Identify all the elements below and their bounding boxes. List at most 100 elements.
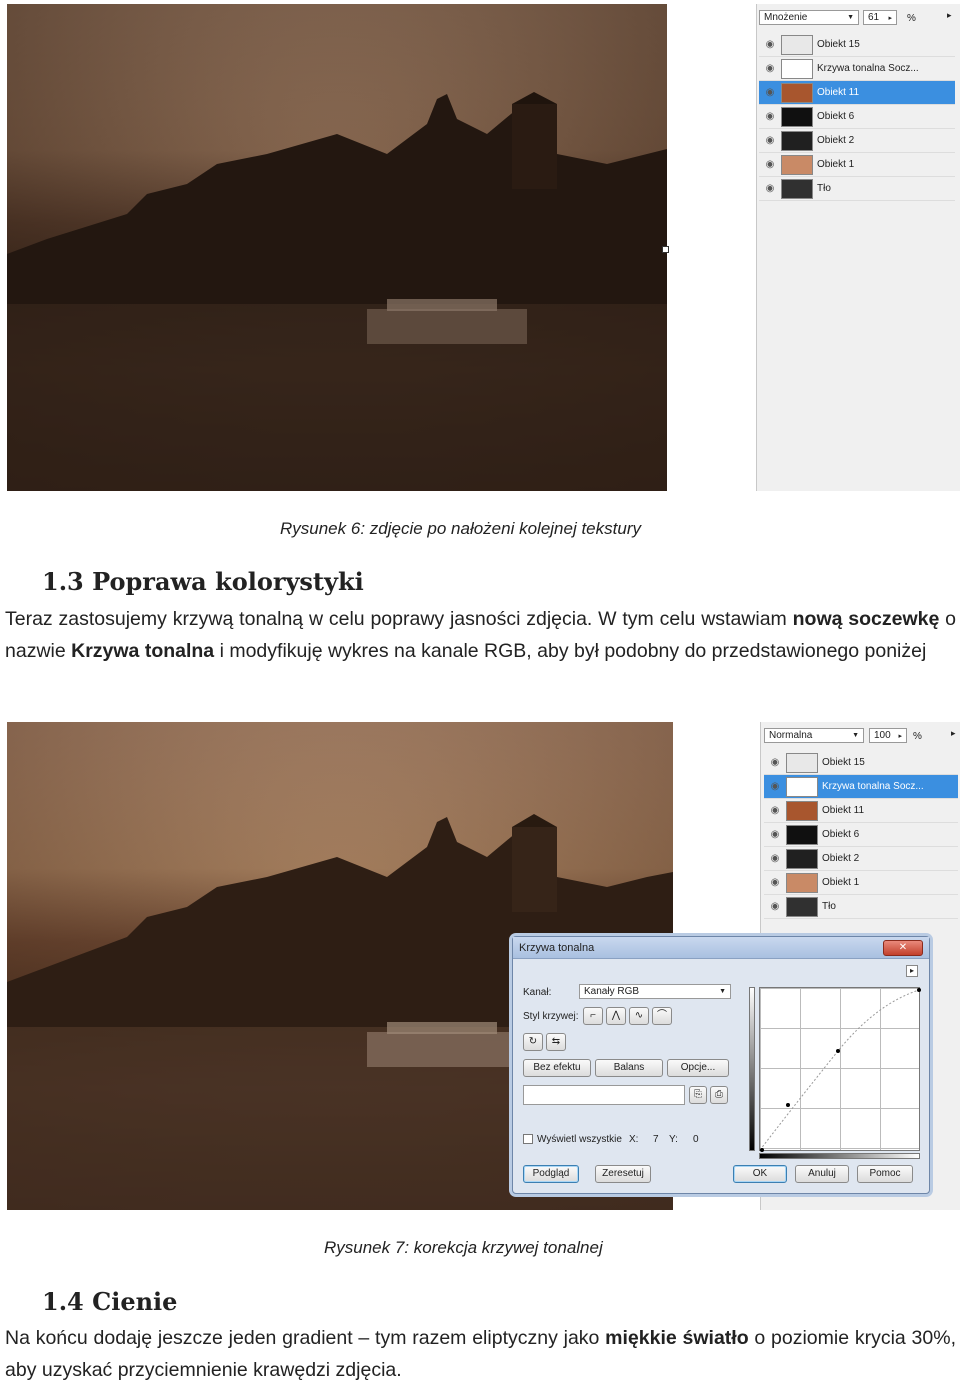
curves-dialog: Krzywa tonalna ✕ ▸ Kanał: Kanały RGB ▼ S… [512, 936, 930, 1194]
curve-point[interactable] [760, 1148, 764, 1152]
balance-button[interactable]: Balans [595, 1059, 663, 1077]
section-heading-1-4: 1.4 Cienie [42, 1287, 178, 1316]
help-button[interactable]: Pomoc [857, 1165, 913, 1183]
layer-name: Obiekt 1 [817, 159, 855, 170]
show-all-checkbox[interactable] [523, 1134, 533, 1144]
layer-row[interactable]: ◉ Krzywa tonalna Socz... [759, 57, 955, 81]
eye-icon[interactable]: ◉ [759, 111, 781, 122]
curve-point[interactable] [786, 1103, 790, 1107]
eye-icon[interactable]: ◉ [764, 757, 786, 768]
opacity-field[interactable]: 61 ▸ [863, 10, 897, 25]
text-run: i modyfikuję wykres na kanale RGB, aby b… [214, 640, 927, 662]
layer-row[interactable]: ◉ Obiekt 15 [764, 751, 958, 775]
output-gradient-horizontal [759, 1153, 920, 1159]
eye-icon[interactable]: ◉ [764, 805, 786, 816]
curve-style-label: Styl krzywej: [523, 1011, 579, 1022]
eye-icon[interactable]: ◉ [759, 87, 781, 98]
layer-name: Obiekt 15 [822, 757, 865, 768]
layer-row[interactable]: ◉ Obiekt 11 [759, 81, 955, 105]
layer-row[interactable]: ◉ Obiekt 1 [759, 153, 955, 177]
layer-name: Obiekt 11 [817, 87, 860, 98]
reset-button[interactable]: Zeresetuj [595, 1165, 651, 1183]
curve-graph[interactable] [759, 987, 921, 1152]
figure7-caption: Rysunek 7: korekcja krzywej tonalnej [324, 1238, 603, 1257]
expand-icon[interactable]: ▸ [906, 965, 918, 977]
channel-label: Kanał: [523, 987, 552, 998]
load-preset-icon[interactable]: ⎘ [689, 1086, 707, 1104]
layer-row[interactable]: ◉ Obiekt 1 [764, 871, 958, 895]
curve-point[interactable] [917, 988, 921, 992]
options-button[interactable]: Opcje... [667, 1059, 729, 1077]
cancel-button[interactable]: Anuluj [795, 1165, 849, 1183]
layer-row[interactable]: ◉ Tło [764, 895, 958, 919]
y-value: 0 [693, 1134, 699, 1145]
blend-mode-value: Mnożenie [764, 12, 808, 23]
resize-handle[interactable] [662, 246, 669, 253]
stepper-icon: ▸ [898, 732, 902, 740]
layer-name: Obiekt 1 [822, 877, 860, 888]
flip-icon[interactable]: ⇆ [546, 1033, 566, 1051]
blend-mode-value: Normalna [769, 730, 813, 741]
dialog-title: Krzywa tonalna [519, 941, 595, 954]
percent-label: % [907, 13, 916, 24]
eye-icon[interactable]: ◉ [764, 829, 786, 840]
eye-icon[interactable]: ◉ [759, 183, 781, 194]
blend-mode-select[interactable]: Mnożenie ▼ [759, 10, 859, 25]
layer-row[interactable]: ◉ Tło [759, 177, 955, 201]
layers-panel: Mnożenie ▼ 61 ▸ % ▸ ◉ Obiekt 15 ◉ Krzywa to… [756, 4, 960, 491]
eye-icon[interactable]: ◉ [759, 135, 781, 146]
no-effect-button[interactable]: Bez efektu [523, 1059, 591, 1077]
layer-row[interactable]: ◉ Obiekt 6 [759, 105, 955, 129]
curve-spline-icon[interactable]: ⌒ [652, 1007, 672, 1025]
layer-row[interactable]: ◉ Obiekt 2 [764, 847, 958, 871]
close-button[interactable]: ✕ [883, 939, 923, 956]
layer-row[interactable]: ◉ Obiekt 2 [759, 129, 955, 153]
layer-thumbnail [786, 848, 818, 869]
eye-icon[interactable]: ◉ [764, 853, 786, 864]
show-all-label: Wyświetl wszystkie [537, 1134, 622, 1145]
layer-row[interactable]: ◉ Obiekt 11 [764, 799, 958, 823]
layer-thumbnail [786, 872, 818, 893]
layer-row[interactable]: ◉ Obiekt 6 [764, 823, 958, 847]
curve-smooth-icon[interactable]: ⌐ [583, 1007, 603, 1025]
channel-select[interactable]: Kanały RGB ▼ [579, 984, 731, 999]
save-preset-icon[interactable]: ⎙ [710, 1086, 728, 1104]
panel-menu-icon[interactable]: ▸ [951, 728, 956, 739]
eye-icon[interactable]: ◉ [764, 877, 786, 888]
layer-name: Obiekt 2 [817, 135, 855, 146]
bold-text: nową soczewkę [792, 608, 940, 630]
layer-thumbnail [786, 752, 818, 773]
eye-icon[interactable]: ◉ [759, 63, 781, 74]
layer-row[interactable]: ◉ Obiekt 15 [759, 33, 955, 57]
opacity-field[interactable]: 100 ▸ [869, 728, 907, 743]
presets-field[interactable] [523, 1085, 685, 1105]
blend-mode-select[interactable]: Normalna ▼ [764, 728, 864, 743]
layer-name: Obiekt 6 [817, 111, 855, 122]
eye-icon[interactable]: ◉ [764, 901, 786, 912]
opacity-value: 100 [874, 730, 891, 741]
layer-name: Obiekt 2 [822, 853, 860, 864]
layer-thumbnail [786, 776, 818, 797]
curve-linear-icon[interactable]: ⋀ [606, 1007, 626, 1025]
eye-icon[interactable]: ◉ [759, 39, 781, 50]
layer-row[interactable]: ◉ Krzywa tonalna Socz... [764, 775, 958, 799]
section13-paragraph: Teraz zastosujemy krzywą tonalną w celu … [5, 603, 956, 667]
rotate-icon[interactable]: ↻ [523, 1033, 543, 1051]
panel-menu-icon[interactable]: ▸ [947, 10, 952, 21]
tone-curve [759, 988, 921, 1152]
eye-icon[interactable]: ◉ [764, 781, 786, 792]
eye-icon[interactable]: ◉ [759, 159, 781, 170]
text-run: Na końcu dodaję jeszcze jeden gradient –… [5, 1327, 606, 1349]
castle-silhouette [7, 92, 667, 491]
x-label: X: [629, 1134, 639, 1145]
layer-thumbnail [781, 106, 813, 127]
layer-thumbnail [781, 130, 813, 151]
layer-name: Obiekt 15 [817, 39, 860, 50]
ok-button[interactable]: OK [733, 1165, 787, 1183]
preview-button[interactable]: Podgląd [523, 1165, 579, 1183]
layers-list: ◉ Obiekt 15 ◉ Krzywa tonalna Socz... ◉ Obiekt… [764, 751, 958, 919]
dialog-titlebar[interactable]: Krzywa tonalna ✕ [513, 937, 929, 959]
curve-freehand-icon[interactable]: ∿ [629, 1007, 649, 1025]
layer-thumbnail [781, 82, 813, 103]
curve-point[interactable] [836, 1049, 840, 1053]
